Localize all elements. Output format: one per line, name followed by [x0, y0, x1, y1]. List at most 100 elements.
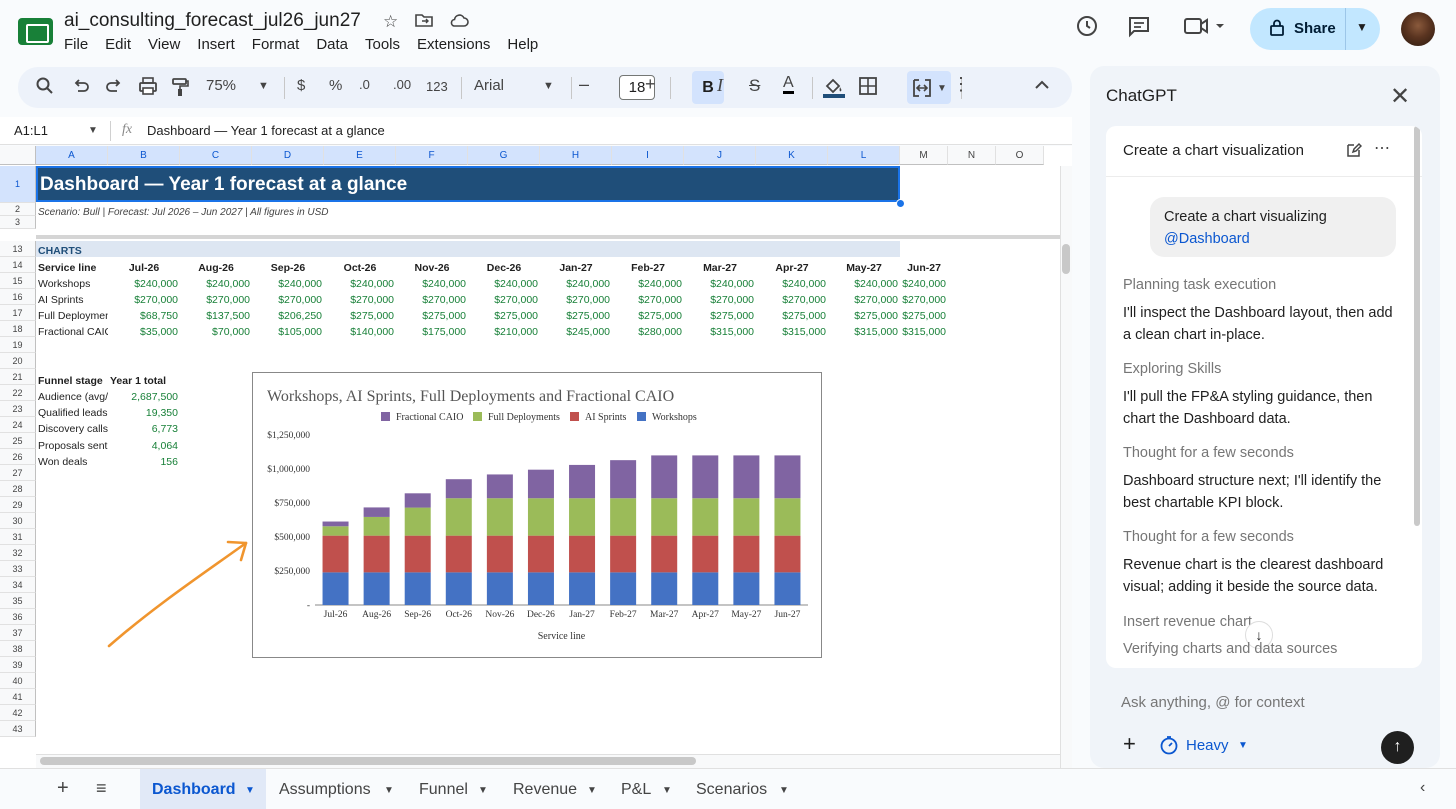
merge-dropdown-icon[interactable]: ▼ — [937, 83, 947, 94]
revenue-value-cell[interactable]: $275,000 — [900, 310, 946, 322]
revenue-value-cell[interactable]: $270,000 — [396, 294, 466, 306]
merge-cells-button[interactable]: ▼ — [907, 71, 951, 104]
collapse-side-icon[interactable]: ‹ — [1420, 779, 1425, 797]
tab-dropdown-icon[interactable]: ▼ — [478, 785, 488, 796]
funnel-stage-cell[interactable]: Discovery calls — [38, 423, 108, 435]
funnel-total-cell[interactable]: 19,350 — [110, 407, 178, 419]
strikethrough-button[interactable]: S — [749, 76, 760, 96]
meet-icon[interactable] — [1183, 14, 1227, 44]
funnel-total-cell[interactable]: 2,687,500 — [110, 391, 178, 403]
row-header[interactable]: 23 — [0, 401, 36, 417]
row-header[interactable]: 30 — [0, 513, 36, 529]
month-header-cell[interactable]: Apr-27 — [756, 262, 828, 274]
text-color-button[interactable]: A — [783, 75, 794, 94]
menu-edit[interactable]: Edit — [105, 36, 131, 53]
row-header[interactable]: 40 — [0, 673, 36, 689]
dashboard-header-cell[interactable]: Dashboard — Year 1 forecast at a glance — [36, 166, 900, 202]
row-header[interactable]: 36 — [0, 609, 36, 625]
revenue-value-cell[interactable]: $275,000 — [468, 310, 538, 322]
vertical-scroll-thumb[interactable] — [1062, 244, 1070, 274]
month-header-cell[interactable]: Jul-26 — [108, 262, 180, 274]
font-dropdown-icon[interactable]: ▼ — [543, 80, 554, 92]
row-header[interactable]: 25 — [0, 433, 36, 449]
column-header[interactable]: O — [996, 146, 1044, 165]
annotation-arrow[interactable] — [100, 526, 260, 656]
row-header[interactable]: 41 — [0, 689, 36, 705]
tab-dropdown-icon[interactable]: ▼ — [587, 785, 597, 796]
row-header[interactable]: 38 — [0, 641, 36, 657]
menu-insert[interactable]: Insert — [197, 36, 235, 53]
revenue-value-cell[interactable]: $315,000 — [684, 326, 754, 338]
chat-input[interactable]: Ask anything, @ for context — [1121, 694, 1305, 711]
row-header[interactable]: 1 — [0, 166, 36, 203]
row-header[interactable]: 20 — [0, 353, 36, 369]
service-line-label[interactable]: Service line — [38, 262, 96, 274]
revenue-value-cell[interactable]: $315,000 — [828, 326, 898, 338]
revenue-value-cell[interactable]: $240,000 — [252, 278, 322, 290]
fill-color-icon[interactable] — [822, 75, 846, 104]
revenue-value-cell[interactable]: $240,000 — [612, 278, 682, 290]
close-panel-icon[interactable]: ✕ — [1390, 82, 1410, 111]
revenue-value-cell[interactable]: $175,000 — [396, 326, 466, 338]
name-box[interactable]: A1:L1 — [14, 123, 48, 138]
print-icon[interactable] — [138, 77, 158, 100]
avatar[interactable] — [1401, 12, 1435, 46]
star-icon[interactable]: ☆ — [383, 12, 398, 32]
comments-icon[interactable] — [1127, 14, 1151, 44]
cloud-status-icon[interactable] — [449, 12, 469, 32]
revenue-value-cell[interactable]: $270,000 — [756, 294, 826, 306]
redo-icon[interactable] — [105, 77, 123, 100]
revenue-value-cell[interactable]: $240,000 — [468, 278, 538, 290]
tab-funnel[interactable]: Funnel — [419, 781, 468, 799]
borders-icon[interactable] — [859, 77, 877, 100]
send-button[interactable]: ↑ — [1381, 731, 1414, 764]
revenue-value-cell[interactable]: $275,000 — [324, 310, 394, 322]
year1-total-label[interactable]: Year 1 total — [110, 375, 166, 387]
column-header[interactable]: M — [900, 146, 948, 165]
row-header[interactable]: 26 — [0, 449, 36, 465]
search-menus-icon[interactable] — [36, 77, 54, 100]
sheets-logo-icon[interactable] — [18, 18, 53, 45]
service-name-cell[interactable]: Workshops — [38, 278, 108, 290]
horizontal-scroll-thumb[interactable] — [40, 757, 696, 765]
increase-font-size-icon[interactable]: + — [645, 74, 656, 95]
tab-pnl[interactable]: P&L — [621, 781, 651, 799]
tab-dropdown-icon[interactable]: ▼ — [662, 785, 672, 796]
document-title[interactable]: ai_consulting_forecast_jul26_jun27 — [64, 10, 361, 32]
revenue-value-cell[interactable]: $270,000 — [324, 294, 394, 306]
undo-icon[interactable] — [72, 77, 90, 100]
share-dropdown-icon[interactable]: ▼ — [1356, 20, 1368, 34]
revenue-value-cell[interactable]: $240,000 — [540, 278, 610, 290]
revenue-value-cell[interactable]: $270,000 — [540, 294, 610, 306]
revenue-value-cell[interactable]: $240,000 — [900, 278, 946, 290]
column-header[interactable]: J — [684, 146, 756, 165]
row-header[interactable]: 21 — [0, 369, 36, 385]
revenue-value-cell[interactable]: $245,000 — [540, 326, 610, 338]
revenue-value-cell[interactable]: $240,000 — [828, 278, 898, 290]
tab-dashboard[interactable]: Dashboard — [152, 781, 236, 799]
revenue-value-cell[interactable]: $280,000 — [612, 326, 682, 338]
selection-handle[interactable] — [896, 199, 905, 208]
row-header[interactable]: 34 — [0, 577, 36, 593]
column-header[interactable]: I — [612, 146, 684, 165]
row-header[interactable]: 42 — [0, 705, 36, 721]
revenue-value-cell[interactable]: $68,750 — [108, 310, 178, 322]
funnel-total-cell[interactable]: 6,773 — [110, 423, 178, 435]
more-options-icon[interactable]: ⋮ — [952, 74, 970, 95]
row-header[interactable]: 15 — [0, 273, 36, 289]
column-header[interactable]: C — [180, 146, 252, 165]
revenue-value-cell[interactable]: $270,000 — [252, 294, 322, 306]
month-header-cell[interactable]: Aug-26 — [180, 262, 252, 274]
name-box-dropdown-icon[interactable]: ▼ — [88, 125, 98, 136]
version-history-icon[interactable] — [1075, 14, 1099, 44]
row-header[interactable]: 35 — [0, 593, 36, 609]
menu-help[interactable]: Help — [507, 36, 538, 53]
revenue-value-cell[interactable]: $105,000 — [252, 326, 322, 338]
tab-revenue[interactable]: Revenue — [513, 781, 577, 799]
row-header[interactable]: 14 — [0, 257, 36, 273]
funnel-stage-label[interactable]: Funnel stage — [38, 375, 103, 387]
column-header[interactable]: K — [756, 146, 828, 165]
revenue-value-cell[interactable]: $240,000 — [180, 278, 250, 290]
month-header-cell[interactable]: Dec-26 — [468, 262, 540, 274]
decrease-font-size-icon[interactable]: – — [579, 74, 589, 95]
